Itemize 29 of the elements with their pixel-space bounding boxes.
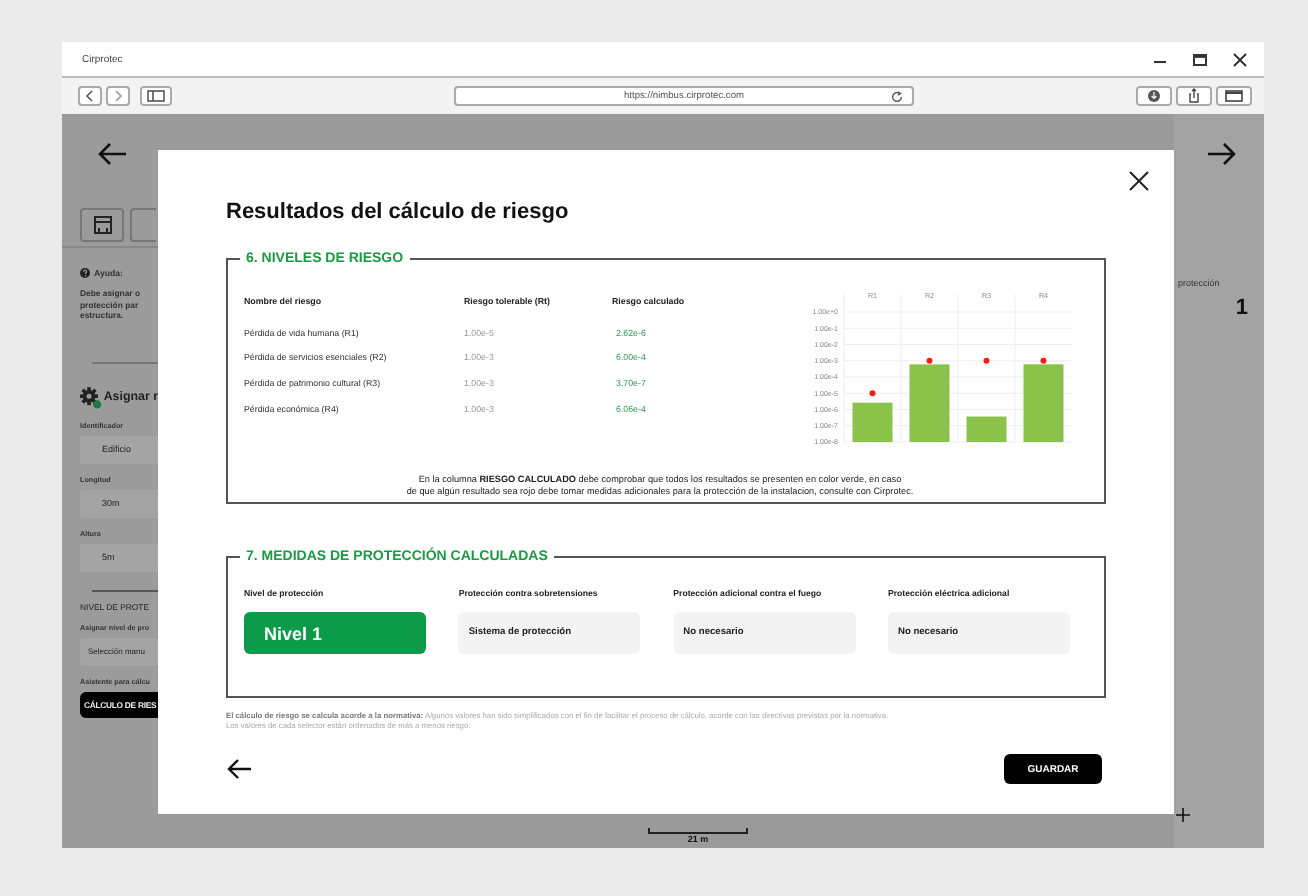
close-icon[interactable]	[1128, 170, 1150, 192]
dialog-title: Resultados del cálculo de riesgo	[226, 198, 571, 226]
bar	[1023, 364, 1064, 442]
bar	[966, 416, 1007, 442]
protection-level-badge: Nivel 1	[244, 612, 426, 654]
protection-level-value: 1	[1235, 296, 1248, 320]
gear-icon	[80, 385, 102, 409]
forward-arrow-icon[interactable]	[1206, 142, 1238, 166]
tolerance-point	[926, 357, 933, 364]
scale-bar	[648, 828, 748, 834]
bar	[852, 402, 893, 442]
help-icon	[80, 268, 90, 278]
zoom-in-icon[interactable]	[1176, 808, 1190, 822]
share-icon[interactable]	[1176, 86, 1212, 106]
tolerance-point	[869, 390, 876, 397]
maximize-icon[interactable]	[1192, 51, 1208, 67]
save-icon	[93, 216, 111, 234]
tolerance-point	[1040, 357, 1047, 364]
reload-icon[interactable]	[890, 90, 904, 104]
save-button[interactable]	[80, 208, 124, 242]
close-icon[interactable]	[1232, 51, 1248, 67]
download-icon[interactable]	[1136, 86, 1172, 106]
sidebar-icon[interactable]	[140, 86, 172, 106]
tabs-icon[interactable]	[1216, 86, 1252, 106]
back-icon[interactable]	[78, 86, 102, 106]
bar	[909, 364, 950, 442]
back-arrow-icon[interactable]	[226, 758, 252, 780]
back-arrow-icon[interactable]	[96, 142, 128, 166]
tolerance-point	[983, 357, 990, 364]
